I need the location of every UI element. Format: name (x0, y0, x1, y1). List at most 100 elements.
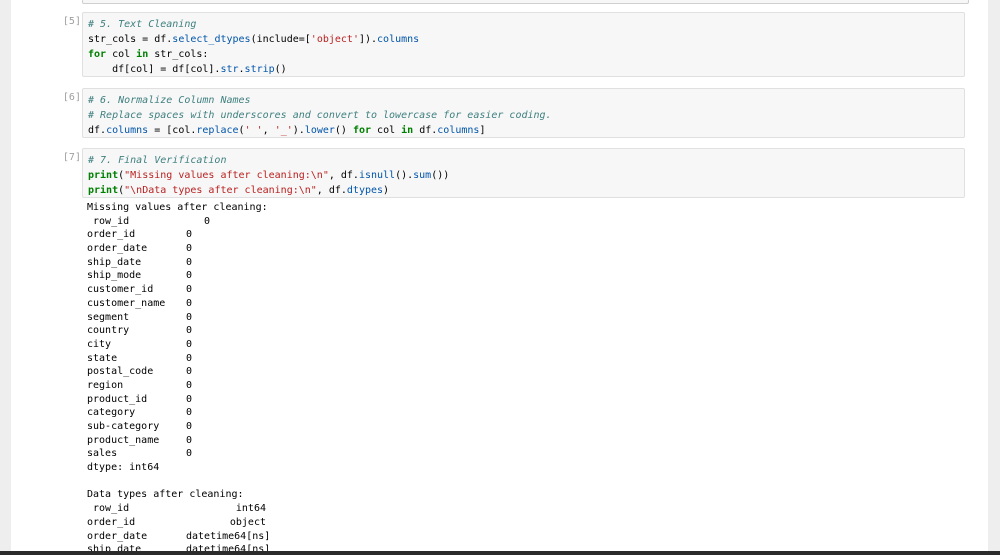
code-token: columns (377, 34, 420, 45)
column-value: datetime64[ns] (186, 530, 271, 542)
code-token: , (262, 125, 275, 136)
code-token: print (88, 170, 119, 181)
column-name: product_id (87, 393, 148, 405)
code-token: dtypes (346, 185, 384, 196)
code-token: # 6. Normalize Column Names (88, 95, 251, 106)
column-value: 0 (186, 407, 193, 419)
column-name: state (87, 352, 118, 364)
column-value: object (229, 516, 266, 528)
code-token: columns (437, 125, 480, 136)
column-value: 0 (186, 338, 193, 350)
column-value: 0 (186, 434, 193, 446)
column-name: order_date (87, 530, 148, 542)
column-value: int64 (235, 503, 266, 515)
column-value: 0 (186, 421, 193, 432)
code-token: df. (413, 125, 438, 136)
code-token: print (88, 185, 119, 196)
column-value: 0 (186, 256, 193, 268)
code-token: in (136, 49, 149, 60)
column-value: 0 (186, 325, 193, 337)
missing-values-table: row_id 0 order_id 0 order_date 0 ship_date 0 sh… (87, 215, 957, 461)
column-value: 0 (186, 229, 193, 241)
code-token: ' ' (244, 125, 263, 136)
code-input[interactable]: # 5. Text Cleaning str_cols = df.select_d… (82, 12, 965, 77)
code-token: (). (395, 170, 414, 181)
column-value: 0 (186, 297, 193, 309)
code-line[interactable]: df[col] = df[col].str.strip() (88, 62, 964, 77)
code-line[interactable]: str_cols = df.select_dtypes(include=['ob… (88, 32, 964, 47)
column-value: 0 (186, 215, 211, 227)
column-name: row_id (87, 215, 130, 227)
code-token: col (371, 125, 402, 136)
code-line[interactable]: # 5. Text Cleaning (88, 17, 964, 32)
code-token: ). (292, 125, 305, 136)
code-token: "Missing values after cleaning:\n" (124, 170, 329, 181)
output-row: ship_date 0 (87, 256, 957, 270)
code-token: # Replace spaces with underscores and co… (88, 110, 552, 121)
column-name: ship_mode (87, 270, 142, 282)
column-name: order_id (87, 516, 136, 528)
column-name: category (87, 407, 136, 419)
code-token: ) (383, 185, 390, 196)
code-line[interactable]: # 6. Normalize Column Names (88, 93, 964, 108)
code-token: 'object' (310, 34, 359, 45)
code-line[interactable]: print("Missing values after cleaning:\n"… (88, 168, 964, 183)
column-value: 0 (186, 270, 193, 282)
code-input[interactable]: # 7. Final Verification print("Missing va… (82, 148, 965, 198)
column-value: datetime64[ns] (186, 544, 271, 551)
output-header: Data types after cleaning: (87, 489, 244, 501)
code-line[interactable]: for col in str_cols: (88, 47, 964, 62)
code-token: col (106, 49, 137, 60)
previous-cell-edge[interactable] (82, 0, 969, 4)
column-name: ship_date (87, 256, 142, 268)
code-line[interactable]: df.columns = [col.replace(' ', '_').lowe… (88, 123, 964, 138)
code-token: ()) (431, 170, 450, 181)
code-token: sum (413, 170, 432, 181)
column-name: product_name (87, 434, 160, 446)
column-name: ship_date (87, 544, 142, 551)
code-token: ] (479, 125, 486, 136)
code-line[interactable]: print("\nData types after cleaning:\n", … (88, 183, 964, 198)
data-types-table: row_id int64 order_id object order_date datet… (87, 502, 957, 551)
code-input[interactable]: # 6. Normalize Column Names # Replace spa… (82, 88, 965, 138)
code-token: "\nData types after cleaning:\n" (124, 185, 317, 196)
code-line[interactable]: # Replace spaces with underscores and co… (88, 108, 964, 123)
output-header: Missing values after cleaning: (87, 202, 268, 213)
output-row: sales 0 (87, 447, 957, 461)
column-value: 0 (186, 366, 193, 378)
output-row: customer_name 0 (87, 297, 957, 311)
column-value: 0 (186, 393, 193, 405)
output-row: order_date 0 (87, 242, 957, 256)
code-token: , df. (328, 170, 359, 181)
code-token: str_cols: (148, 49, 209, 60)
column-name: sub-category (87, 421, 160, 432)
column-name: customer_id (87, 284, 154, 296)
code-token: (include=[ (250, 34, 311, 45)
column-value: 0 (186, 379, 193, 391)
column-value: 0 (186, 311, 193, 323)
column-name: row_id (87, 503, 130, 515)
column-name: region (87, 379, 124, 391)
code-token: lower (304, 125, 335, 136)
output-row: city 0 (87, 338, 957, 352)
code-token: df. (88, 125, 107, 136)
code-token: , df. (316, 185, 347, 196)
code-token: columns (106, 125, 149, 136)
output-row: country 0 (87, 324, 957, 338)
output-row: sub-category 0 (87, 420, 957, 434)
output-row: order_id object (87, 516, 957, 530)
output-row: product_id 0 (87, 393, 957, 407)
output-row: segment 0 (87, 311, 957, 325)
output-row: postal_code 0 (87, 365, 957, 379)
column-name: segment (87, 311, 130, 323)
code-token: # 7. Final Verification (88, 155, 227, 166)
output-row: state 0 (87, 352, 957, 366)
column-value: 0 (186, 284, 193, 296)
column-name: order_id (87, 229, 136, 241)
code-line[interactable]: # 7. Final Verification (88, 153, 964, 168)
output-row: ship_date datetime64[ns] (87, 543, 957, 551)
code-token: in (401, 125, 414, 136)
code-token: replace (196, 125, 239, 136)
column-value: 0 (186, 352, 193, 364)
